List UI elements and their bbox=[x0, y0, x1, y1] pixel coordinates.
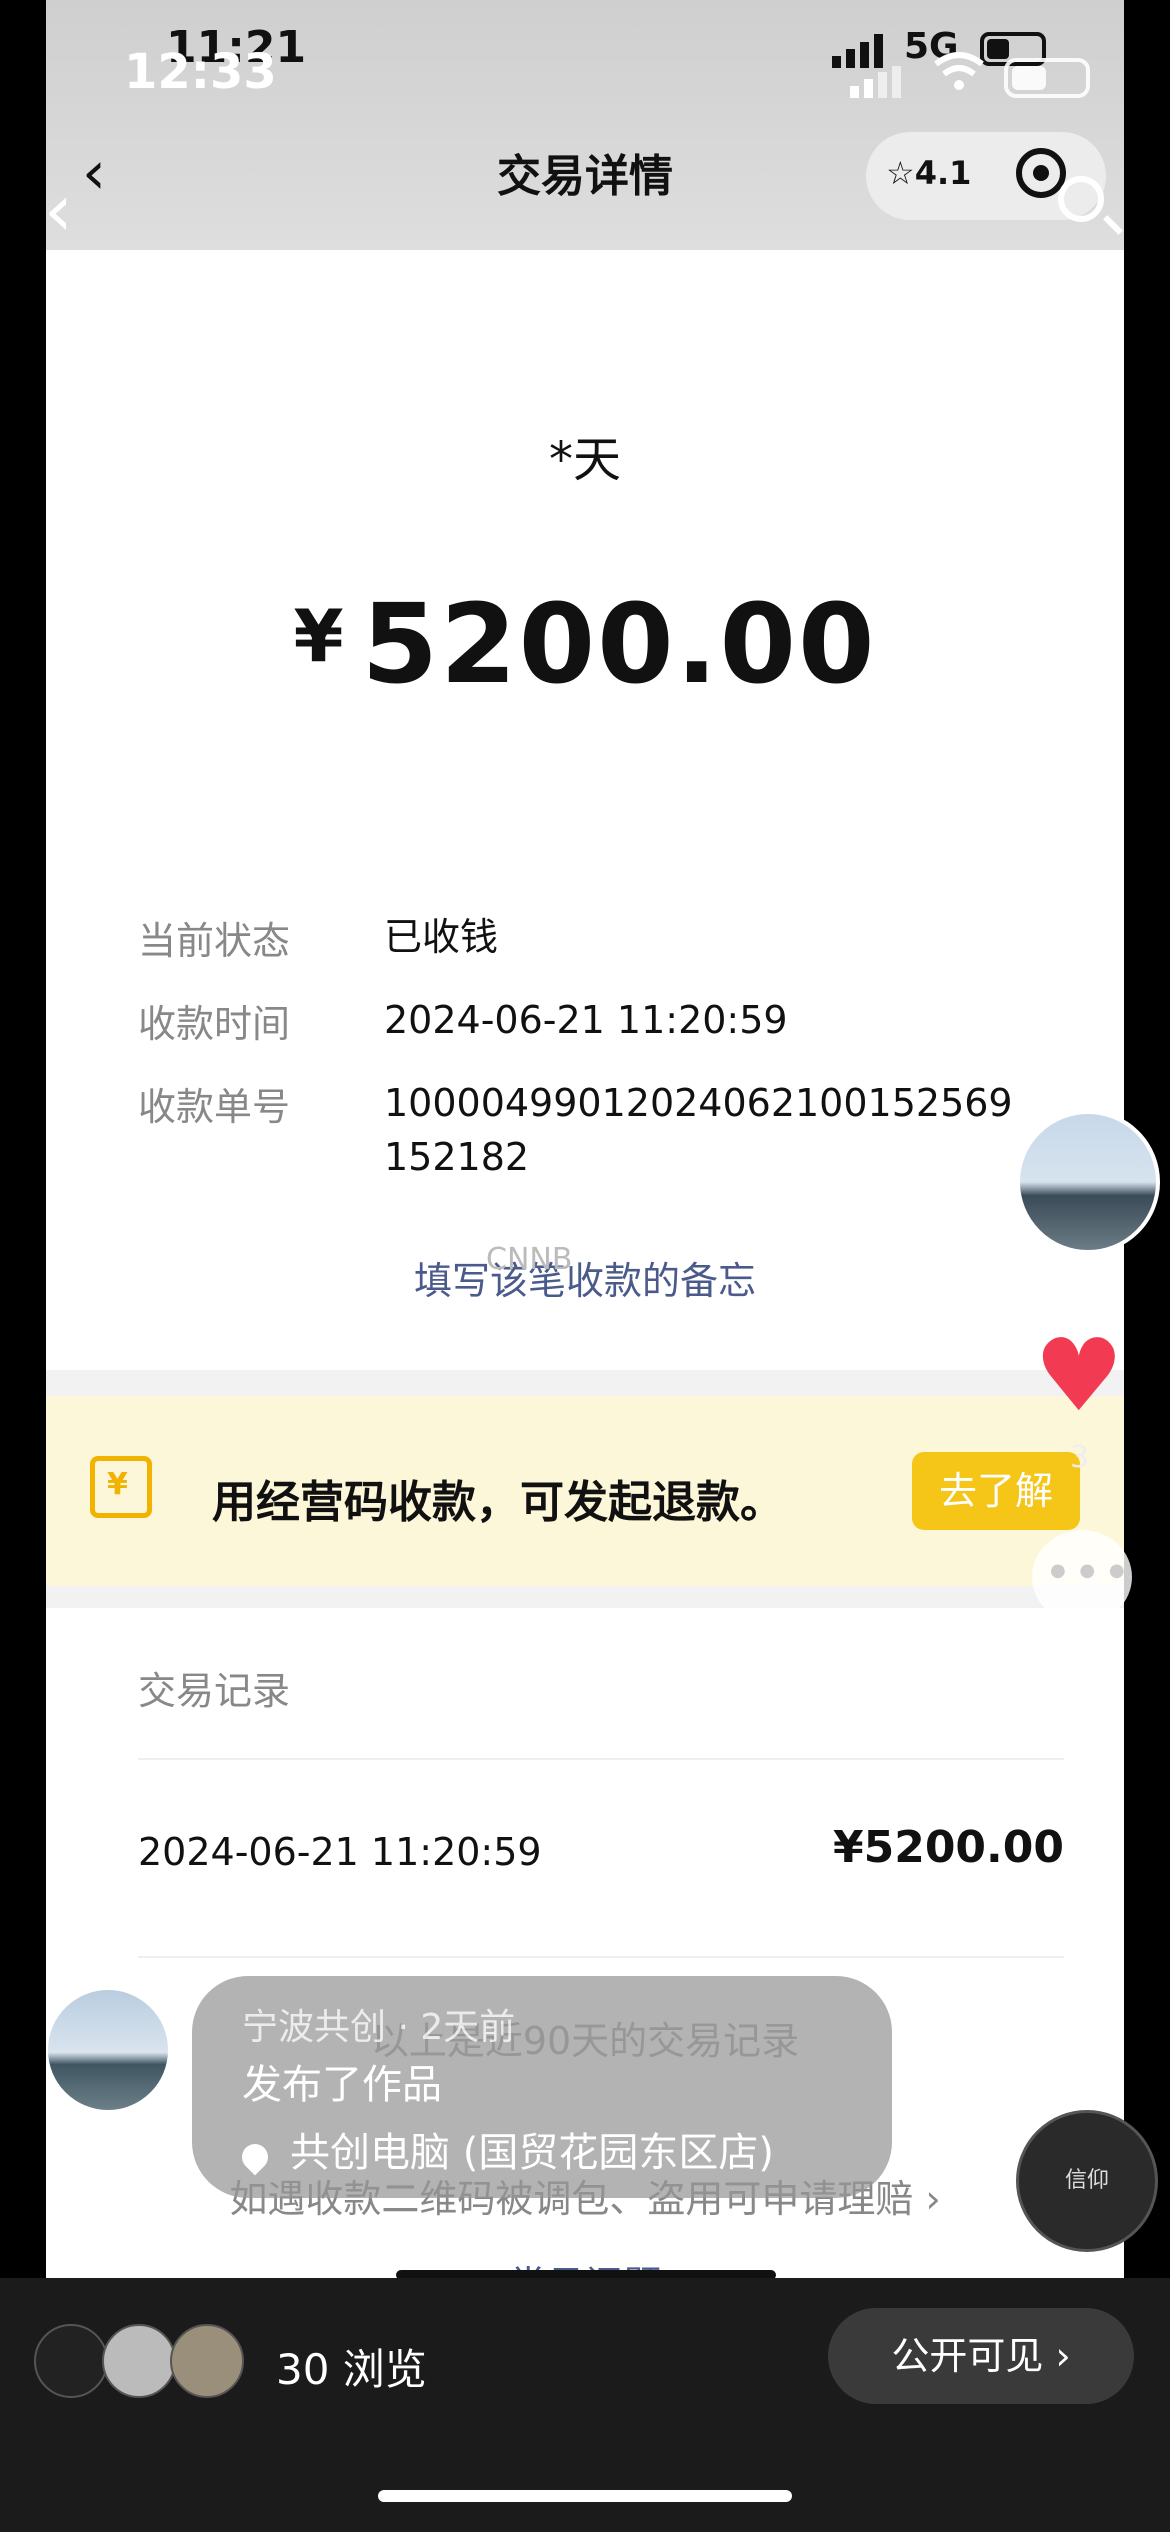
visibility-button[interactable]: 公开可见 › bbox=[828, 2308, 1134, 2404]
wifi-icon bbox=[934, 52, 984, 90]
inner-home-indicator bbox=[396, 2270, 776, 2278]
learn-more-button[interactable]: 去了解 bbox=[912, 1452, 1080, 1530]
amount-value: 5200.00 bbox=[361, 580, 877, 708]
post-action: 发布了作品 bbox=[242, 2062, 442, 2108]
detail-row-status: 当前状态 已收钱 bbox=[138, 910, 1058, 965]
detail-key: 当前状态 bbox=[138, 919, 291, 963]
comment-icon[interactable] bbox=[1032, 1530, 1132, 1624]
banner-text: 用经营码收款，可发起退款。 bbox=[212, 1477, 784, 1528]
location-text: 共创电脑 (国贸花园东区店) bbox=[290, 2130, 774, 2176]
detail-value: 已收钱 bbox=[384, 915, 499, 959]
currency-symbol: ¥ bbox=[293, 594, 346, 678]
home-indicator bbox=[378, 2490, 792, 2502]
more-icon[interactable]: ●●● bbox=[1036, 1982, 1127, 2015]
viewer-avatar[interactable] bbox=[170, 2324, 244, 2398]
inner-nav-bar: ‹ 交易详情 ☆4.1 bbox=[46, 120, 1124, 220]
divider bbox=[138, 1758, 1064, 1760]
transaction-amount: ¥5200.00 bbox=[46, 580, 1124, 708]
like-icon[interactable]: ♥ bbox=[1034, 1326, 1124, 1426]
record-amount[interactable]: ¥5200.00 bbox=[833, 1822, 1064, 1873]
creator-avatar[interactable] bbox=[48, 1990, 168, 2110]
post-info-card[interactable]: 宁波共创 · 2天前 发布了作品 共创电脑 (国贸花园东区店) bbox=[192, 1976, 892, 2198]
payer-name: *天 bbox=[548, 432, 621, 488]
rating-badge: ☆4.1 bbox=[886, 154, 972, 192]
cellular-signal-icon bbox=[832, 34, 883, 68]
detail-value: 2024-06-21 11:20:59 bbox=[384, 998, 788, 1042]
record-time[interactable]: 2024-06-21 11:20:59 bbox=[138, 1830, 542, 1874]
favorite-label[interactable]: 收藏 bbox=[1046, 1854, 1114, 1903]
viewer-avatar[interactable] bbox=[102, 2324, 176, 2398]
merchant-code-banner: 用经营码收款，可发起退款。 去了解 bbox=[46, 1396, 1124, 1586]
transaction-card: *天 ¥5200.00 当前状态 已收钱 收款时间 2024-06-21 11:… bbox=[46, 250, 1124, 1370]
comment-label[interactable]: 评论 bbox=[1046, 1648, 1114, 1697]
detail-row-time: 收款时间 2024-06-21 11:20:59 bbox=[138, 993, 1058, 1048]
author-avatar[interactable] bbox=[1016, 1110, 1160, 1254]
detail-key: 收款单号 bbox=[138, 1085, 291, 1129]
detail-value: 10000499012024062100152569152182 bbox=[384, 1081, 1013, 1179]
viewer-avatar[interactable] bbox=[34, 2324, 108, 2398]
back-icon[interactable]: ‹ bbox=[44, 168, 73, 252]
post-location[interactable]: 共创电脑 (国贸花园东区店) bbox=[236, 2120, 774, 2178]
status-time: 12:33 bbox=[124, 44, 277, 100]
music-disc[interactable]: 信仰 bbox=[1016, 2110, 1158, 2252]
views-count[interactable]: 30 浏览 bbox=[276, 2336, 427, 2397]
detail-key: 收款时间 bbox=[138, 1002, 291, 1046]
post-meta: 宁波共创 · 2天前 bbox=[242, 2007, 516, 2048]
detail-rows: 当前状态 已收钱 收款时间 2024-06-21 11:20:59 收款单号 1… bbox=[138, 910, 1058, 1212]
favorite-icon[interactable]: ★ bbox=[1032, 1728, 1131, 1838]
detail-row-order-no: 收款单号 10000499012024062100152569152182 bbox=[138, 1076, 1058, 1184]
search-icon[interactable] bbox=[1058, 176, 1104, 222]
watermark: CNNB bbox=[486, 1242, 573, 1277]
transaction-screenshot: 11:21 5G ‹ 交易详情 ☆4.1 *天 ¥5200.00 当前状态 已收… bbox=[46, 0, 1124, 2278]
like-count: 3 bbox=[1070, 1440, 1090, 1475]
divider bbox=[138, 1956, 1064, 1958]
location-pin-icon bbox=[236, 2138, 274, 2176]
outer-battery-icon bbox=[1004, 58, 1090, 98]
records-title: 交易记录 bbox=[138, 1669, 291, 1713]
bottom-bar: 30 浏览 公开可见 › bbox=[0, 2278, 1170, 2532]
add-note-link[interactable]: 填写该笔收款的备忘 bbox=[46, 1250, 1124, 1305]
shop-icon bbox=[90, 1456, 152, 1518]
outer-signal-icon bbox=[850, 66, 901, 98]
